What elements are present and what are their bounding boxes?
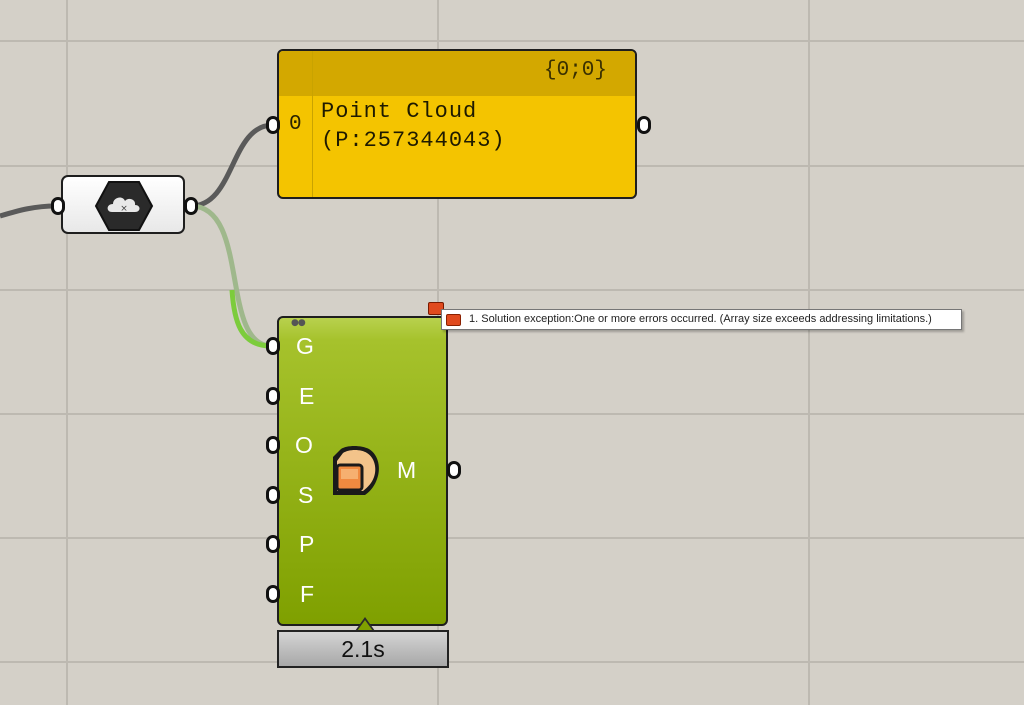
component-dots: ●● <box>291 318 306 328</box>
panel[interactable]: {0;0} 0 Point Cloud (P:257344043) <box>277 49 637 199</box>
input-label-o: O <box>295 432 313 458</box>
mesh-from-points-icon <box>333 446 379 495</box>
input-grip-s[interactable] <box>266 486 280 504</box>
panel-input-grip[interactable] <box>266 116 280 134</box>
point-cloud-source-component[interactable]: × <box>61 175 185 234</box>
error-tooltip: 1. Solution exception:One or more errors… <box>441 309 962 330</box>
output-label-m: M <box>397 457 417 483</box>
input-label-p: P <box>299 531 315 557</box>
grid-line <box>0 289 1024 291</box>
input-label-g: G <box>296 333 314 359</box>
profiler-timer: 2.1s <box>277 630 449 668</box>
error-message: 1. Solution exception:One or more errors… <box>469 313 932 325</box>
grid-line <box>0 413 1024 415</box>
input-label-s: S <box>298 482 314 508</box>
output-grip-m[interactable] <box>447 461 461 479</box>
point-cloud-hexagon-icon: × <box>94 181 154 231</box>
grid-line <box>0 661 1024 663</box>
output-grip[interactable] <box>184 197 198 215</box>
panel-output-grip[interactable] <box>637 116 651 134</box>
grid-line <box>808 0 810 705</box>
panel-content: Point Cloud (P:257344043) <box>321 99 506 153</box>
grid-line <box>0 537 1024 539</box>
input-grip-f[interactable] <box>266 585 280 603</box>
input-label-e: E <box>299 383 315 409</box>
grid-line <box>66 0 68 705</box>
input-grip[interactable] <box>51 197 65 215</box>
input-grip-p[interactable] <box>266 535 280 553</box>
input-label-f: F <box>300 581 315 607</box>
panel-index: 0 <box>289 113 302 136</box>
error-icon <box>446 314 461 326</box>
panel-divider <box>312 51 313 197</box>
svg-text:×: × <box>120 204 128 214</box>
panel-header: {0;0} <box>279 51 635 96</box>
input-grip-o[interactable] <box>266 436 280 454</box>
panel-path-label: {0;0} <box>543 59 607 82</box>
grid-line <box>0 40 1024 42</box>
input-grip-g[interactable] <box>266 337 280 355</box>
input-grip-e[interactable] <box>266 387 280 405</box>
